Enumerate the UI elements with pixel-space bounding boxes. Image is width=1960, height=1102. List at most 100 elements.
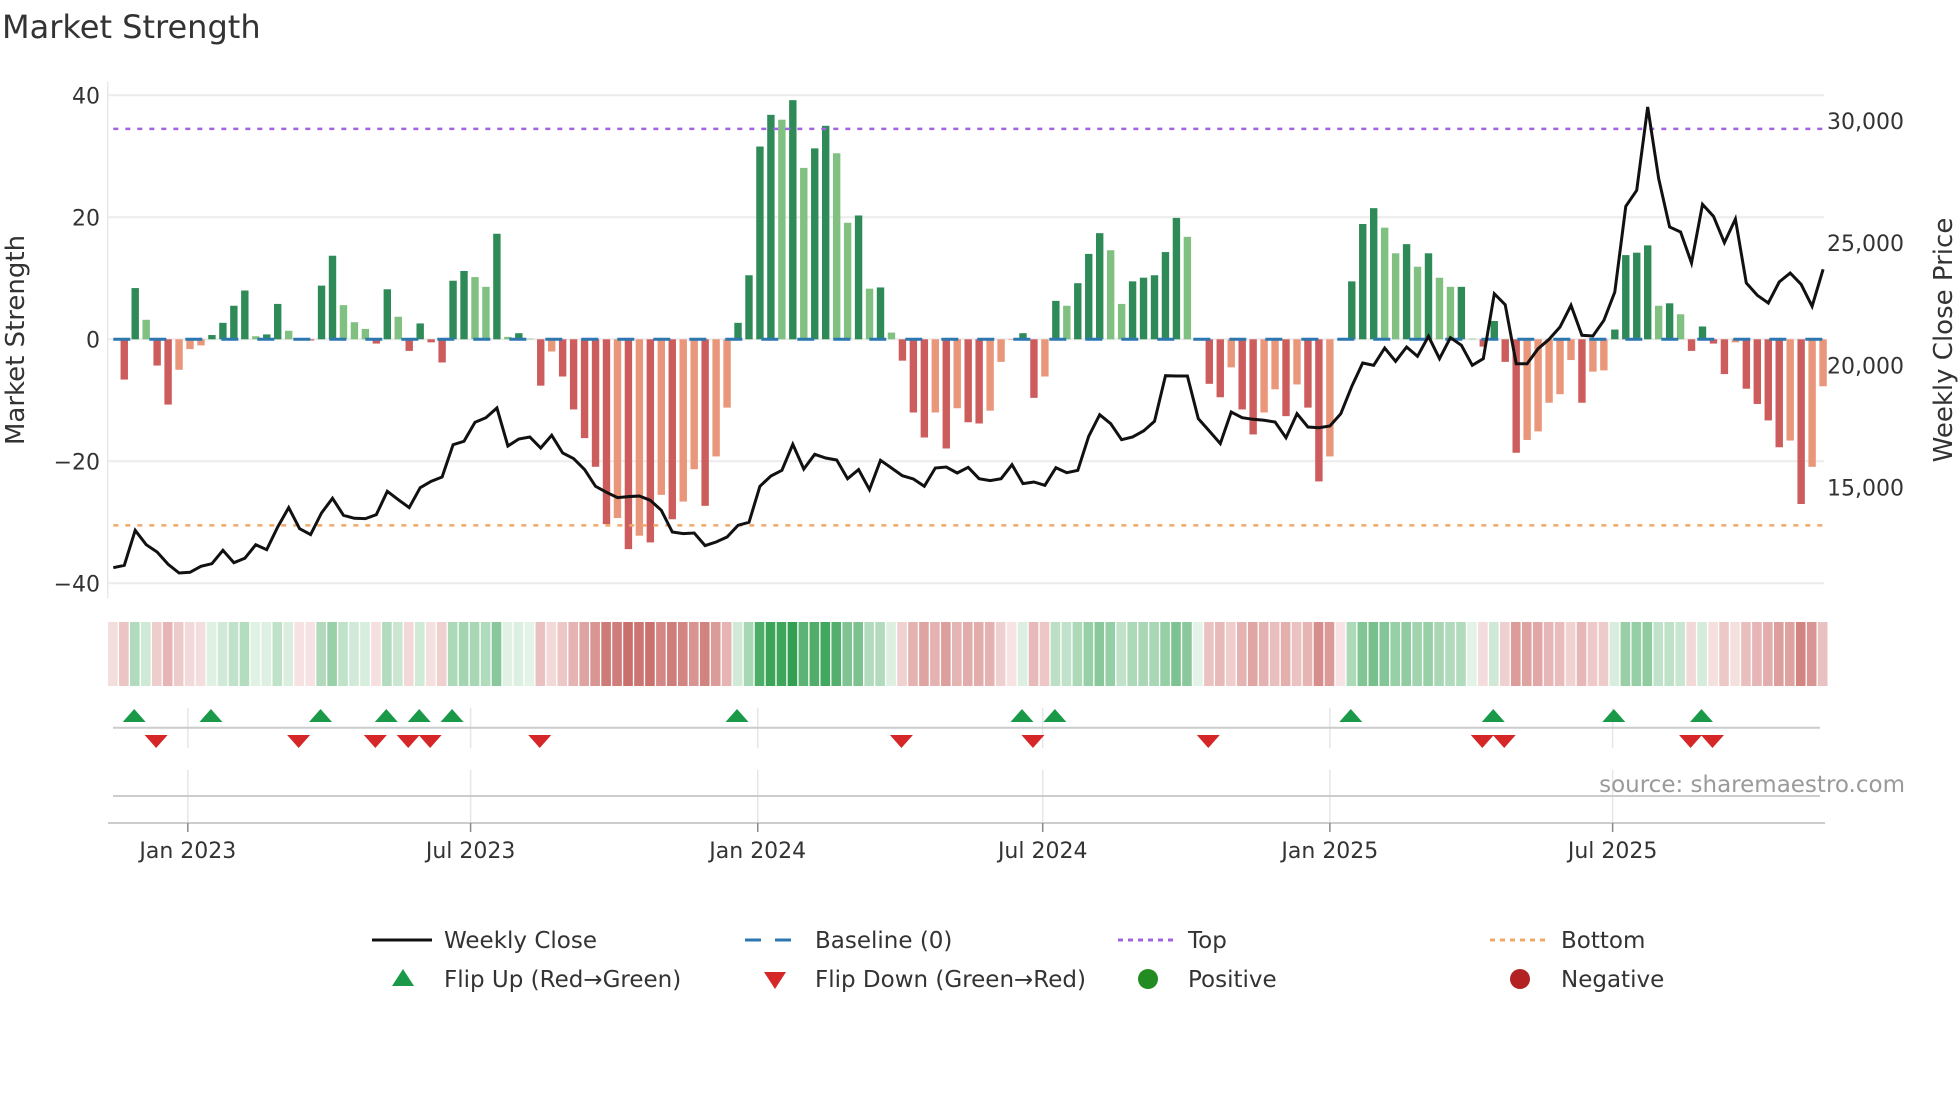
x-tick-label: Jul 2023 bbox=[424, 839, 516, 864]
strip-cell bbox=[1094, 622, 1105, 686]
strip-cell bbox=[1105, 622, 1116, 686]
strip-cell bbox=[579, 622, 589, 686]
bar-negative bbox=[1315, 339, 1323, 482]
strip-cell bbox=[612, 622, 622, 686]
bar-positive bbox=[350, 322, 359, 340]
strip-cell bbox=[1686, 622, 1696, 686]
bar-negative bbox=[1720, 339, 1729, 375]
strip-cell bbox=[404, 622, 414, 686]
strip-cell bbox=[787, 622, 798, 686]
strip-cell bbox=[469, 622, 480, 686]
bar-positive bbox=[1085, 253, 1093, 340]
strip-cell bbox=[1028, 622, 1039, 686]
legend: Weekly Close Baseline (0) Top Bottom Fli… bbox=[372, 928, 1664, 993]
bar-negative bbox=[1786, 339, 1794, 441]
bar-positive bbox=[778, 119, 786, 340]
x-axis-ticks: Jan 2023 Jul 2023 Jan 2024 Jul 2024 Jan 2025… bbox=[137, 823, 1657, 864]
strip-cell bbox=[1675, 622, 1685, 686]
bar-positive bbox=[1698, 326, 1707, 340]
strip-cell bbox=[1752, 622, 1762, 686]
strip-cell bbox=[590, 622, 600, 686]
bar-negative bbox=[1797, 339, 1805, 504]
bar-positive bbox=[1457, 286, 1466, 340]
strip-cell bbox=[984, 622, 995, 686]
strip-cell bbox=[1390, 622, 1401, 686]
strip-cell bbox=[1697, 622, 1707, 686]
bar-negative bbox=[153, 339, 161, 366]
bar-positive bbox=[887, 332, 896, 340]
bar-positive bbox=[131, 288, 139, 340]
bar-negative bbox=[701, 339, 709, 506]
bar-positive bbox=[1074, 283, 1082, 340]
bar-negative bbox=[646, 339, 655, 543]
bar-negative bbox=[1753, 339, 1761, 404]
bar-positive bbox=[416, 323, 424, 340]
bar-negative bbox=[1216, 339, 1224, 398]
strip-cell bbox=[546, 622, 557, 686]
left-axis-ticks: 40 20 0 −20 −40 bbox=[54, 84, 100, 597]
date-gridlines bbox=[187, 708, 1614, 823]
strip-cell bbox=[338, 622, 348, 686]
strip-cell bbox=[875, 622, 885, 686]
bar-positive bbox=[449, 280, 457, 340]
bar-positive bbox=[1370, 208, 1378, 340]
strip-cell bbox=[1269, 622, 1280, 686]
strip-cell bbox=[962, 622, 973, 686]
left-axis-title: Market Strength bbox=[1, 235, 31, 445]
strip-cell bbox=[1456, 622, 1466, 686]
strip-cell bbox=[688, 622, 699, 686]
bar-positive bbox=[394, 316, 402, 340]
bar-positive bbox=[1633, 252, 1641, 340]
strength-bars bbox=[120, 100, 1827, 550]
bar-positive bbox=[1359, 224, 1367, 340]
right-axis-title: Weekly Close Price bbox=[1929, 218, 1959, 463]
bar-negative bbox=[1819, 339, 1827, 387]
right-axis-ticks: 30,000 25,000 20,000 15,000 bbox=[1827, 110, 1904, 502]
flip-up-marker bbox=[199, 709, 223, 722]
strip-cell bbox=[1763, 622, 1773, 686]
legend-item-positive: Positive bbox=[1138, 967, 1277, 993]
strip-cell bbox=[425, 622, 436, 686]
strip-cell bbox=[1587, 622, 1598, 686]
flip-up-marker bbox=[1043, 709, 1067, 722]
legend-label: Flip Up (Red→Green) bbox=[444, 967, 681, 993]
strip-cell bbox=[908, 622, 918, 686]
strip-cell bbox=[1236, 622, 1247, 686]
y2-tick-label: 15,000 bbox=[1827, 477, 1904, 502]
strip-cell bbox=[765, 622, 776, 686]
y2-tick-label: 20,000 bbox=[1827, 354, 1904, 379]
bar-positive bbox=[854, 215, 863, 340]
bar-negative bbox=[942, 339, 950, 449]
strip-cell bbox=[502, 622, 513, 686]
bar-positive bbox=[361, 328, 370, 340]
bar-negative bbox=[975, 339, 983, 424]
legend-label: Baseline (0) bbox=[815, 928, 952, 954]
strip-cell bbox=[557, 622, 568, 686]
y2-tick-label: 25,000 bbox=[1827, 232, 1904, 257]
strip-cell bbox=[897, 622, 907, 686]
bar-negative bbox=[997, 339, 1005, 362]
bar-negative bbox=[1205, 339, 1213, 384]
strip-cell bbox=[732, 622, 743, 686]
strip-cell bbox=[1061, 622, 1072, 686]
bar-positive bbox=[1676, 314, 1685, 340]
strip-cell bbox=[809, 622, 820, 686]
strip-cell bbox=[601, 622, 611, 686]
bar-negative bbox=[1293, 339, 1301, 385]
strip-cell bbox=[1006, 622, 1017, 686]
strip-cell bbox=[1730, 622, 1740, 686]
strip-cell bbox=[1467, 622, 1477, 686]
strip-cell bbox=[1324, 622, 1335, 686]
bar-negative bbox=[164, 339, 172, 405]
strip-cell bbox=[656, 622, 666, 686]
legend-item-flip-up: Flip Up (Red→Green) bbox=[392, 967, 681, 993]
strip-cell bbox=[1554, 622, 1565, 686]
circle-icon bbox=[1510, 969, 1530, 989]
bar-positive bbox=[800, 167, 808, 340]
bar-negative bbox=[1227, 339, 1235, 368]
bar-positive bbox=[1665, 303, 1674, 340]
strip-cell bbox=[316, 622, 326, 686]
strip-cell bbox=[1642, 622, 1653, 686]
bar-positive bbox=[1446, 286, 1455, 340]
strip-cell bbox=[1050, 622, 1061, 686]
